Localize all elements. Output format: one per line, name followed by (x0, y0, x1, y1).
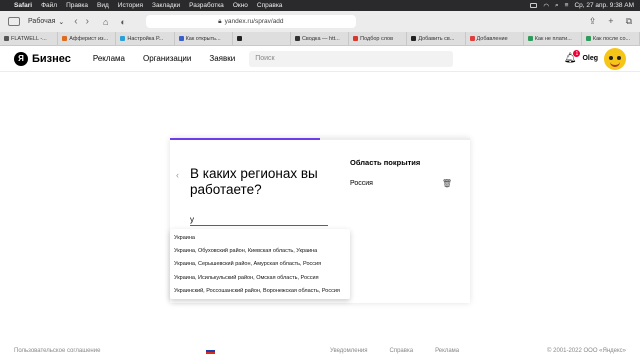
battery-icon[interactable] (530, 3, 538, 8)
menubar-datetime[interactable]: Ср, 27 апр. 9:38 AM (574, 2, 634, 9)
tab-favicon-icon (120, 36, 126, 41)
chevron-down-icon: ⌄ (58, 18, 65, 26)
address-bar[interactable]: 🔒︎ yandex.ru/sprav/add (145, 15, 356, 28)
yandex-business-logo[interactable]: Я Бизнес (14, 51, 71, 66)
tab-label: Добавление (476, 35, 508, 42)
footer-link-help[interactable]: Справка (390, 348, 414, 354)
suggestions-dropdown: Украина Украина, Обуховский район, Киевс… (170, 229, 350, 299)
region-search-input[interactable] (190, 214, 328, 226)
tab-favicon-icon (469, 36, 475, 41)
coverage-title: Область покрытия (350, 158, 421, 167)
search-placeholder: Поиск (255, 55, 275, 62)
macos-menu-bar: Safari Файл Правка Вид История Закладки … (0, 0, 640, 11)
lock-icon: 🔒︎ (218, 17, 222, 25)
notification-count-badge: 1 (573, 50, 581, 57)
tab-favicon-icon (294, 36, 300, 41)
back-arrow-icon[interactable]: ‹ (176, 170, 179, 180)
tab-favicon-icon (4, 36, 9, 41)
site-header: Я Бизнес Реклама Организации Заявки Поис… (0, 46, 640, 72)
browser-tab[interactable]: Как не плати... (524, 32, 582, 45)
sidebar-toggle-icon[interactable] (8, 17, 20, 26)
control-center-icon[interactable]: ≡ (565, 2, 569, 9)
search-spotlight-icon[interactable]: ⌕ (555, 2, 559, 10)
browser-tab[interactable]: Сводка — htt... (291, 32, 350, 45)
browser-tab[interactable]: Добавление (466, 32, 524, 45)
menu-app-name[interactable]: Safari (14, 2, 32, 9)
wifi-icon[interactable]: ◠ (543, 2, 549, 10)
forward-icon[interactable]: › (86, 16, 89, 27)
page-title: В каких регионах вы работаете? (190, 166, 318, 197)
tab-label: Афферист из... (69, 35, 109, 42)
tab-label: Как открыть... (185, 35, 221, 42)
nav-advertising[interactable]: Реклама (93, 54, 125, 63)
browser-tab[interactable]: Подбор слов (349, 32, 408, 45)
notifications-bell-icon[interactable]: 🔔︎ 1 (564, 50, 581, 64)
address-url: yandex.ru/sprav/add (224, 18, 284, 25)
menu-bookmarks[interactable]: Закладки (152, 2, 180, 9)
home-icon[interactable]: ⌂ (103, 17, 108, 27)
logo-text: Бизнес (32, 52, 71, 65)
tab-favicon-icon (585, 36, 591, 41)
tab-favicon-icon (62, 36, 68, 41)
menu-view[interactable]: Вид (97, 2, 109, 9)
browser-tab[interactable]: Как после со... (582, 32, 640, 45)
site-footer: Пользовательское соглашение Уведомления … (0, 342, 640, 360)
coverage-item: Россия 🗑︎ (350, 179, 460, 188)
tab-bar: FLATWELL -... Афферист из... Настройка Р..… (0, 32, 640, 46)
tab-group-selector[interactable]: Рабочая ⌄ (28, 18, 64, 26)
browser-toolbar: Рабочая ⌄ ‹ › ⌂ ◐ 🔒︎ yandex.ru/sprav/add… (0, 11, 640, 32)
user-agreement-link[interactable]: Пользовательское соглашение (14, 348, 100, 354)
coverage-item-label: Россия (350, 180, 373, 187)
menu-file[interactable]: Файл (41, 2, 57, 9)
tab-label: Как не плати... (534, 35, 572, 42)
menu-history[interactable]: История (118, 2, 143, 9)
tab-label: Сводка — htt... (301, 35, 340, 42)
menu-edit[interactable]: Правка (66, 2, 88, 9)
browser-tab[interactable]: Настройка Р... (116, 32, 175, 45)
progress-fill (170, 138, 320, 140)
menu-develop[interactable]: Разработка (189, 2, 224, 9)
suggestion-item[interactable]: Украина (170, 232, 350, 245)
tab-label: Добавить св... (418, 35, 455, 42)
share-icon[interactable]: ⇪ (589, 16, 597, 27)
tab-favicon-icon (178, 36, 184, 41)
nav-organizations[interactable]: Организации (143, 54, 191, 63)
nav-requests[interactable]: Заявки (209, 54, 235, 63)
copyright: © 2001-2022 ООО «Яндекс» (547, 348, 626, 354)
tab-label: Подбор слов (360, 35, 394, 42)
progress-bar (170, 138, 470, 140)
menu-window[interactable]: Окно (233, 2, 248, 9)
privacy-shield-icon[interactable]: ◐ (120, 17, 125, 27)
tab-label: Как после со... (592, 35, 631, 42)
search-input[interactable]: Поиск (249, 50, 454, 67)
language-flag-icon[interactable] (206, 348, 215, 354)
footer-link-advertising[interactable]: Реклама (435, 348, 459, 354)
tab-group-label: Рабочая (28, 18, 56, 25)
tab-label: Настройка Р... (127, 35, 164, 42)
new-tab-icon[interactable]: + (608, 16, 613, 27)
browser-tab[interactable]: FLATWELL -... (0, 32, 59, 45)
browser-tab[interactable]: Как открыть... (175, 32, 233, 45)
menu-help[interactable]: Справка (257, 2, 283, 9)
back-icon[interactable]: ‹ (74, 16, 77, 27)
tab-label: FLATWELL -... (11, 35, 47, 42)
footer-link-notifications[interactable]: Уведомления (330, 348, 368, 354)
suggestion-item[interactable]: Украинский, Россошанский район, Воронежс… (170, 285, 350, 298)
suggestion-item[interactable]: Украина, Серышевский район, Амурская обл… (170, 258, 350, 271)
yandex-logo-mark: Я (14, 51, 28, 66)
avatar[interactable] (604, 47, 626, 70)
suggestion-item[interactable]: Украина, Исилькульский район, Омская обл… (170, 272, 350, 285)
browser-tab[interactable]: Добавить св... (407, 32, 466, 45)
tab-overview-icon[interactable]: ⧉ (626, 16, 632, 27)
user-name[interactable]: Oleg (582, 55, 598, 62)
tab-favicon-icon (411, 36, 417, 41)
tab-favicon-icon (353, 36, 359, 41)
suggestion-item[interactable]: Украина, Обуховский район, Киевская обла… (170, 245, 350, 258)
tab-favicon-icon (527, 36, 533, 41)
trash-icon[interactable]: 🗑︎ (442, 179, 452, 188)
browser-tab[interactable] (233, 32, 291, 45)
browser-tab[interactable]: Афферист из... (58, 32, 117, 45)
tab-favicon-icon (236, 36, 242, 41)
